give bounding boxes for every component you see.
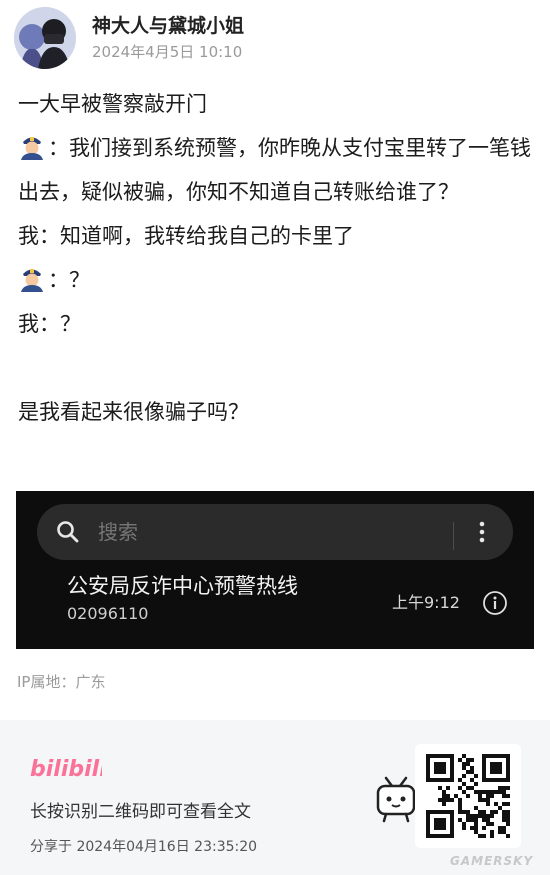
post-date: 2024年4月5日 10:10 <box>92 43 243 61</box>
police-speech-2: ：？ <box>48 268 90 292</box>
call-contact-name[interactable]: 公安局反诈中心预警热线 <box>67 572 298 600</box>
post-closing-line: 是我看起来很像骗子吗？ <box>18 400 249 424</box>
post-me-line-2: 我：？ <box>18 312 81 336</box>
svg-text:bilibili: bilibili <box>30 757 102 782</box>
bilibili-logo: bilibili <box>30 757 102 782</box>
qr-code-card[interactable] <box>415 744 521 848</box>
call-log-screenshot[interactable]: 搜索 公安局反诈中心预警热线 02096110 上午9:12 <box>16 491 534 649</box>
call-number: 02096110 <box>67 604 149 623</box>
post-header: 神大人与黛城小姐 2024年4月5日 10:10 <box>14 7 244 69</box>
post-police-line: ：我们接到系统预警，你昨晚从支付宝里转了一笔钱出去，疑似被骗，你知不知道自己转账… <box>18 126 538 214</box>
more-vertical-icon[interactable] <box>471 520 493 544</box>
share-footer: bilibili 长按识别二维码即可查看全文 分享于 2024年04月16日 2… <box>0 720 550 875</box>
post-me-line: 我：知道啊，我转给我自己的卡里了 <box>18 224 354 248</box>
call-time: 上午9:12 <box>392 593 460 612</box>
ip-location: IP属地：广东 <box>17 673 106 691</box>
search-placeholder: 搜索 <box>98 520 138 544</box>
police-speech: ：我们接到系统预警，你昨晚从支付宝里转了一笔钱出去，疑似被骗，你知不知道自己转账… <box>18 136 531 204</box>
post-line: 一大早被警察敲开门 <box>18 92 207 116</box>
author-name[interactable]: 神大人与黛城小姐 <box>92 13 244 39</box>
search-bar[interactable]: 搜索 <box>37 504 513 560</box>
search-icon <box>57 521 79 543</box>
gamersky-watermark: GAMERSKY <box>450 854 534 868</box>
qr-code[interactable] <box>426 754 510 838</box>
post-body: 一大早被警察敲开门 ：我们接到系统预警，你昨晚从支付宝里转了一笔钱出去，疑似被骗… <box>18 82 538 434</box>
avatar-image <box>14 7 76 69</box>
police-officer-icon <box>21 137 43 160</box>
bilibili-tv-mascot-icon <box>376 776 416 823</box>
search-divider <box>453 522 454 550</box>
scan-instruction: 长按识别二维码即可查看全文 <box>30 802 251 822</box>
post-police-line-2: ：？ <box>18 258 538 302</box>
avatar[interactable] <box>14 7 76 69</box>
police-officer-icon <box>21 269 43 292</box>
share-date: 分享于 2024年04月16日 23:35:20 <box>30 839 258 855</box>
info-icon[interactable] <box>482 590 508 616</box>
